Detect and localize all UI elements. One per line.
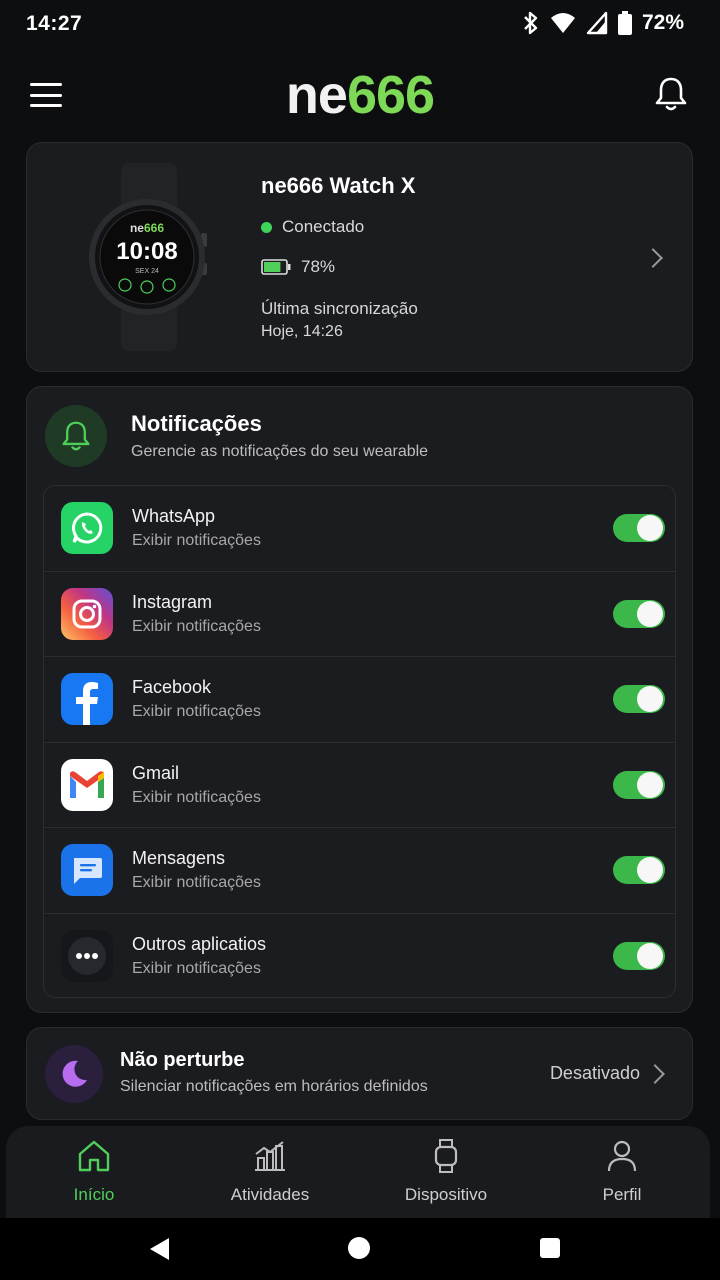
notifications-card: Notificações Gerencie as notificações do… bbox=[26, 386, 693, 1013]
battery-level-icon bbox=[261, 259, 291, 275]
app-name: Gmail bbox=[132, 762, 180, 783]
dnd-state: Desativado bbox=[549, 1063, 640, 1083]
last-sync-time: Hoje, 14:26 bbox=[261, 323, 343, 340]
toggle-knob bbox=[637, 857, 663, 883]
watch-face-date: SEX 24 bbox=[135, 268, 159, 275]
bell-icon bbox=[62, 421, 90, 451]
device-name: ne666 Watch X bbox=[261, 173, 416, 198]
app-name: Instagram bbox=[132, 591, 213, 612]
facebook-icon bbox=[61, 673, 113, 725]
watch-face-brand: ne666 bbox=[130, 221, 164, 235]
do-not-disturb-card[interactable]: Não perturbe Silenciar notificações em h… bbox=[26, 1027, 693, 1120]
app-subtitle: Exibir notificações bbox=[132, 532, 261, 549]
dnd-title: Não perturbe bbox=[120, 1049, 245, 1071]
instagram-toggle[interactable] bbox=[613, 599, 665, 628]
app-name: Facebook bbox=[132, 677, 212, 697]
app-logo: ne666 bbox=[285, 65, 435, 125]
status-battery-percent: 72% bbox=[641, 11, 684, 34]
home-icon bbox=[78, 1140, 110, 1172]
chevron-right-icon bbox=[645, 1064, 665, 1084]
status-icons: 72% bbox=[522, 10, 684, 36]
app-name: WhatsApp bbox=[132, 506, 216, 526]
whatsapp-toggle[interactable] bbox=[613, 514, 665, 542]
app-row-instagram: Instagram Exibir notificações bbox=[44, 572, 675, 657]
other-apps-toggle[interactable] bbox=[613, 941, 665, 970]
device-card[interactable]: ne666 10:08 SEX 24 ne666 Watch X Conecta… bbox=[26, 142, 693, 372]
chevron-right-icon bbox=[643, 248, 663, 268]
device-connection-status: Conectado bbox=[261, 217, 364, 237]
cell-signal-icon bbox=[586, 11, 608, 35]
watch-image: ne666 10:08 SEX 24 bbox=[89, 163, 207, 351]
notifications-icon-badge bbox=[45, 405, 107, 467]
device-battery: 78% bbox=[261, 257, 335, 277]
app-row-facebook: Facebook Exibir notificações bbox=[44, 657, 675, 743]
gmail-toggle[interactable] bbox=[613, 770, 665, 799]
app-subtitle: Exibir notificações bbox=[132, 874, 261, 891]
gmail-icon bbox=[61, 758, 113, 811]
app-row-gmail: Gmail Exibir notificações bbox=[44, 743, 675, 828]
connected-dot-icon bbox=[261, 221, 272, 233]
app-row-messages: Mensagens Exibir notificações bbox=[44, 828, 675, 914]
nav-tab-activities[interactable]: Atividades bbox=[182, 1126, 358, 1218]
bell-icon[interactable] bbox=[654, 76, 688, 112]
app-name: Outros aplicatios bbox=[132, 933, 267, 954]
more-apps-icon bbox=[61, 929, 113, 982]
back-icon[interactable] bbox=[150, 1238, 169, 1260]
bluetooth-icon bbox=[524, 11, 538, 35]
recent-apps-icon[interactable] bbox=[540, 1238, 560, 1258]
nav-tab-home[interactable]: Início bbox=[6, 1126, 182, 1218]
moon-icon-badge bbox=[45, 1045, 103, 1103]
nav-tab-profile[interactable]: Perfil bbox=[534, 1126, 710, 1218]
app-header: ne666 bbox=[0, 60, 720, 130]
facebook-toggle[interactable] bbox=[613, 685, 665, 713]
watch-icon bbox=[434, 1139, 458, 1173]
home-circle-icon[interactable] bbox=[348, 1237, 370, 1259]
app-subtitle: Exibir notificações bbox=[132, 617, 261, 635]
battery-icon bbox=[617, 11, 632, 35]
app-row-whatsapp: WhatsApp Exibir notificações bbox=[44, 486, 675, 572]
wifi-icon bbox=[550, 13, 575, 33]
status-bar: 14:27 72% bbox=[0, 0, 720, 50]
app-subtitle: Exibir notificações bbox=[132, 788, 261, 806]
toggle-knob bbox=[637, 600, 663, 627]
system-navigation-bar bbox=[0, 1218, 720, 1280]
notifications-subtitle: Gerencie as notificações do seu wearable bbox=[131, 443, 429, 460]
notifications-title: Notificações bbox=[131, 411, 262, 436]
whatsapp-icon bbox=[61, 502, 113, 554]
app-subtitle: Exibir notificações bbox=[132, 959, 261, 977]
app-name: Mensagens bbox=[132, 848, 226, 868]
app-subtitle: Exibir notificações bbox=[132, 703, 261, 720]
status-time: 14:27 bbox=[26, 12, 83, 35]
toggle-knob bbox=[637, 942, 663, 969]
watch-face-time: 10:08 bbox=[116, 238, 177, 265]
dnd-subtitle: Silenciar notificações em horários defin… bbox=[120, 1078, 428, 1095]
messages-icon bbox=[61, 844, 113, 896]
last-sync-label: Última sincronização bbox=[261, 299, 418, 318]
nav-tab-device[interactable]: Dispositivo bbox=[358, 1126, 534, 1218]
app-row-other-apps: Outros aplicatios Exibir notificações bbox=[44, 914, 675, 998]
moon-icon bbox=[62, 1060, 87, 1087]
instagram-icon bbox=[61, 587, 113, 640]
activities-icon bbox=[255, 1141, 285, 1171]
toggle-knob bbox=[637, 686, 663, 712]
messages-toggle[interactable] bbox=[613, 856, 665, 884]
toggle-knob bbox=[637, 515, 663, 541]
toggle-knob bbox=[637, 771, 663, 798]
bottom-navigation: Início Atividades Dispositivo Perfil bbox=[6, 1126, 710, 1218]
app-notification-list: WhatsApp Exibir notificações Instagram E… bbox=[43, 485, 676, 998]
profile-icon bbox=[607, 1140, 637, 1172]
